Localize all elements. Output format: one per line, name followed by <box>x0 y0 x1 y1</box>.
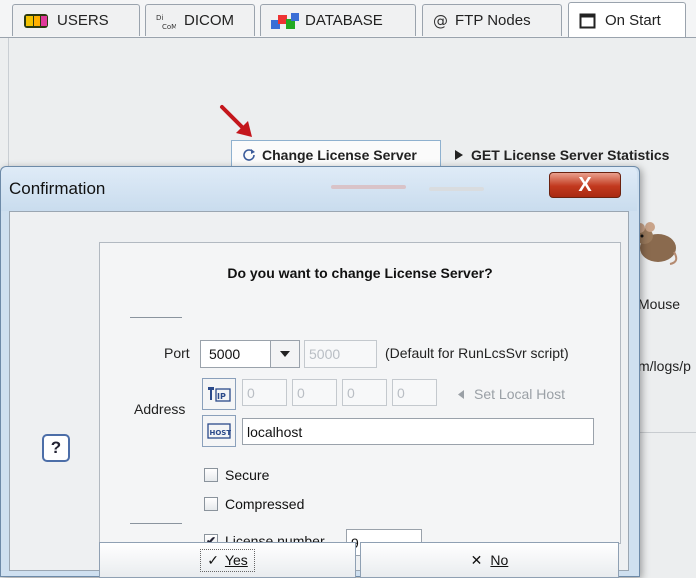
separator-bottom <box>130 523 182 524</box>
svg-text:HOST: HOST <box>210 429 232 437</box>
tab-ftp-nodes-label: FTP Nodes <box>455 12 531 29</box>
set-local-host-button[interactable]: Set Local Host <box>458 386 565 402</box>
address-label: Address <box>134 401 186 417</box>
tab-bar: USERS Di CoM DICOM DATABASE @ FTP Nodes O… <box>0 0 696 38</box>
confirmation-dialog: Confirmation X ? Do you want to change L… <box>0 166 640 578</box>
tab-dicom[interactable]: Di CoM DICOM <box>145 4 255 36</box>
svg-text:Di: Di <box>156 14 163 22</box>
blur-strip <box>429 187 484 191</box>
svg-text:CoM: CoM <box>162 23 176 30</box>
ip-octet-3[interactable] <box>342 379 387 406</box>
tab-users[interactable]: USERS <box>12 4 140 36</box>
get-license-stats-label: GET License Server Statistics <box>471 147 670 163</box>
yes-label: Yes <box>224 552 248 568</box>
refresh-icon <box>242 147 256 164</box>
secure-checkbox[interactable]: Secure <box>204 467 269 483</box>
help-icon: ? <box>50 438 62 457</box>
yes-button-focus: ✓ Yes <box>200 548 255 572</box>
port-combo-value: 5000 <box>209 346 241 362</box>
play-left-icon <box>458 389 464 399</box>
dialog-title: Confirmation <box>9 179 106 198</box>
no-label: No <box>490 552 509 568</box>
host-mode-button[interactable]: HOST <box>202 415 236 447</box>
host-field[interactable] <box>242 418 594 445</box>
dialog-body: ? Do you want to change License Server? … <box>9 211 629 578</box>
bg-divider <box>638 432 696 433</box>
secure-checkbox-box[interactable] <box>204 468 218 482</box>
change-license-server-label: Change License Server <box>262 147 417 163</box>
ip-octet-1[interactable] <box>242 379 287 406</box>
svg-text:IP: IP <box>217 392 226 401</box>
chevron-down-icon[interactable] <box>270 341 299 367</box>
users-icon <box>23 12 49 30</box>
port-label: Port <box>164 345 190 361</box>
tab-database[interactable]: DATABASE <box>260 4 416 36</box>
blur-strip <box>331 185 406 189</box>
database-icon <box>271 12 299 30</box>
x-icon: ✕ <box>470 551 483 568</box>
tab-ftp-nodes[interactable]: @ FTP Nodes <box>422 4 562 36</box>
pointer-arrow-icon <box>220 105 252 137</box>
ip-mode-button[interactable]: IP <box>202 378 236 410</box>
dicom-icon: Di CoM <box>156 12 177 31</box>
tab-users-label: USERS <box>57 12 109 29</box>
ip-octet-2[interactable] <box>292 379 337 406</box>
port-hint: (Default for RunLcsSvr script) <box>385 345 569 361</box>
separator-top <box>130 317 182 318</box>
close-icon: X <box>578 173 592 196</box>
compressed-label: Compressed <box>225 496 305 512</box>
ip-octet-4[interactable] <box>392 379 437 406</box>
compressed-checkbox-box[interactable] <box>204 497 218 511</box>
window-icon <box>579 12 597 30</box>
license-server-form: Do you want to change License Server? Po… <box>99 242 621 556</box>
play-icon <box>455 147 463 163</box>
secure-label: Secure <box>225 467 270 483</box>
port-field[interactable] <box>304 340 377 368</box>
tab-on-start[interactable]: On Start <box>568 2 686 38</box>
set-local-host-label: Set Local Host <box>474 386 566 402</box>
mouse-label: Mouse <box>638 296 681 312</box>
logs-path-text: m/logs/p <box>638 358 691 374</box>
compressed-checkbox[interactable]: Compressed <box>204 496 304 512</box>
svg-text:@: @ <box>433 12 447 30</box>
close-button[interactable]: X <box>549 172 621 198</box>
dialog-titlebar[interactable]: Confirmation X <box>1 167 637 211</box>
port-combo[interactable]: 5000 <box>200 340 300 368</box>
at-icon: @ <box>433 12 448 30</box>
yes-button[interactable]: ✓ Yes <box>99 542 356 578</box>
help-button[interactable]: ? <box>42 434 70 462</box>
tab-dicom-label: DICOM <box>184 12 234 29</box>
tab-database-label: DATABASE <box>305 12 383 29</box>
no-button[interactable]: ✕ No <box>360 542 619 578</box>
ip-icon: IP <box>208 387 231 402</box>
host-icon: HOST <box>207 423 232 439</box>
check-icon: ✓ <box>207 551 219 568</box>
question-text: Do you want to change License Server? <box>227 265 493 281</box>
tab-on-start-label: On Start <box>605 12 661 29</box>
